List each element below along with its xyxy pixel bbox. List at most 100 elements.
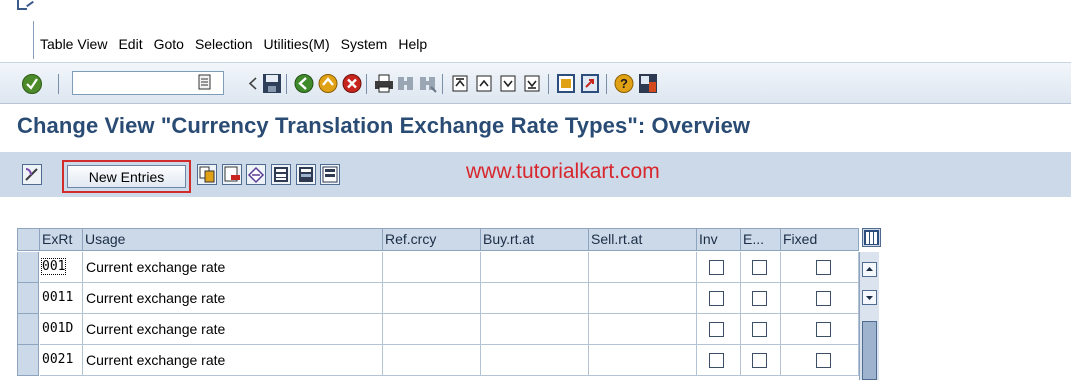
checkbox-e[interactable] [752, 260, 767, 275]
find-next-icon[interactable] [418, 73, 438, 94]
column-header-sell-rt-at[interactable]: Sell.rt.at [589, 228, 697, 251]
menu-item-utilities-m[interactable]: Utilities(M) [264, 36, 330, 52]
back-icon[interactable] [294, 73, 314, 94]
vertical-scrollbar[interactable] [859, 252, 879, 380]
cell-ref-crcy[interactable] [383, 314, 481, 345]
checkbox-fixed[interactable] [816, 291, 831, 306]
column-header-e[interactable]: E... [741, 228, 781, 251]
checkbox-inv[interactable] [709, 353, 724, 368]
copy-as-icon[interactable] [197, 164, 217, 185]
checkbox-inv[interactable] [709, 291, 724, 306]
menu-item-help[interactable]: Help [398, 36, 427, 52]
menu-bar-divider [33, 21, 34, 59]
command-history-icon[interactable] [198, 74, 212, 91]
cell-exrt: 0021 [40, 345, 83, 376]
checkbox-e[interactable] [752, 322, 767, 337]
deselect-all-icon[interactable] [320, 164, 340, 185]
cell-buy-rt-at[interactable] [481, 314, 589, 345]
checkbox-fixed[interactable] [816, 260, 831, 275]
page-title-bar: Change View "Currency Translation Exchan… [17, 107, 1071, 145]
menu-item-table-view[interactable]: Table View [40, 36, 107, 52]
new-entries-highlight: New Entries [62, 160, 191, 193]
scroll-down-icon[interactable] [862, 290, 877, 305]
row-selector[interactable] [17, 314, 39, 345]
column-header-inv[interactable]: Inv [697, 228, 741, 251]
create-session-icon[interactable] [556, 73, 576, 94]
checkbox-e[interactable] [752, 353, 767, 368]
cell-exrt-text: 001D [42, 321, 74, 336]
checkbox-e[interactable] [752, 291, 767, 306]
toolbar-separator [548, 74, 549, 94]
back-arrow-icon[interactable] [243, 73, 263, 94]
cell-usage: Current exchange rate [83, 252, 383, 283]
table-row: 001 Current exchange rate [17, 252, 859, 283]
first-page-icon[interactable] [450, 73, 470, 94]
help-icon[interactable]: ? [614, 73, 634, 94]
checkbox-fixed[interactable] [816, 322, 831, 337]
scroll-up-icon[interactable] [862, 262, 877, 277]
display-change-icon[interactable] [22, 164, 42, 185]
cell-exrt: 001 [40, 252, 83, 283]
cell-usage: Current exchange rate [83, 283, 383, 314]
customize-layout-icon[interactable] [638, 73, 658, 94]
checkbox-inv[interactable] [709, 322, 724, 337]
toolbar-separator [286, 74, 287, 94]
column-header-fixed[interactable]: Fixed [781, 228, 859, 251]
last-page-icon[interactable] [522, 73, 542, 94]
cell-sell-rt-at[interactable] [589, 345, 697, 376]
previous-page-icon[interactable] [474, 73, 494, 94]
cell-ref-crcy[interactable] [383, 345, 481, 376]
menu-item-goto[interactable]: Goto [154, 36, 184, 52]
next-page-icon[interactable] [498, 73, 518, 94]
row-selector[interactable] [17, 252, 39, 283]
column-header-usage[interactable]: Usage [83, 228, 383, 251]
cell-buy-rt-at[interactable] [481, 283, 589, 314]
exit-icon[interactable] [318, 73, 338, 94]
select-block-icon[interactable] [296, 164, 316, 185]
toolbar-separator [58, 74, 59, 94]
cell-sell-rt-at[interactable] [589, 252, 697, 283]
menu-bar: Table View Edit Goto Selection Utilities(M) S… [0, 0, 1071, 62]
system-toolbar: ? [0, 62, 1071, 104]
column-header-buy-rt-at[interactable]: Buy.rt.at [481, 228, 589, 251]
select-all-icon[interactable] [271, 164, 291, 185]
table-row: 0011 Current exchange rate [17, 283, 859, 314]
table-row: 0021 Current exchange rate [17, 345, 859, 376]
select-all-rows-button[interactable] [17, 228, 40, 251]
menu-items: Table View Edit Goto Selection Utilities(M) S… [40, 36, 438, 52]
save-icon[interactable] [262, 73, 282, 94]
print-icon[interactable] [374, 73, 394, 94]
cell-usage-text: Current exchange rate [86, 259, 226, 275]
toolbar-separator [442, 74, 443, 94]
checkbox-fixed[interactable] [816, 353, 831, 368]
cell-sell-rt-at[interactable] [589, 283, 697, 314]
table-settings-icon[interactable] [862, 228, 881, 247]
delete-icon[interactable] [222, 164, 242, 185]
menu-item-edit[interactable]: Edit [118, 36, 142, 52]
sap-window: Table View Edit Goto Selection Utilities(M) S… [0, 0, 1071, 380]
cell-usage-text: Current exchange rate [86, 321, 226, 337]
column-header-exrt[interactable]: ExRt [40, 228, 83, 251]
shortcut-icon[interactable] [580, 73, 600, 94]
enter-icon[interactable] [22, 74, 42, 94]
cancel-icon[interactable] [342, 73, 362, 94]
new-entries-button[interactable]: New Entries [67, 165, 186, 188]
cell-ref-crcy[interactable] [383, 252, 481, 283]
column-header-ref-crcy[interactable]: Ref.crcy [383, 228, 481, 251]
find-icon[interactable] [396, 73, 416, 94]
cell-ref-crcy[interactable] [383, 283, 481, 314]
menu-item-selection[interactable]: Selection [195, 36, 253, 52]
cell-buy-rt-at[interactable] [481, 252, 589, 283]
checkbox-inv[interactable] [709, 260, 724, 275]
cell-buy-rt-at[interactable] [481, 345, 589, 376]
application-toolbar: New Entries www.tutorialkart.com [0, 152, 1071, 197]
undo-change-icon[interactable] [246, 164, 266, 185]
scroll-thumb[interactable] [862, 321, 877, 380]
row-selector[interactable] [17, 283, 39, 314]
cell-sell-rt-at[interactable] [589, 314, 697, 345]
cell-exrt-text: 0021 [42, 352, 74, 367]
svg-text:?: ? [620, 76, 628, 91]
menu-item-system[interactable]: System [341, 36, 388, 52]
row-selector[interactable] [17, 345, 39, 376]
toolbar-separator [606, 74, 607, 94]
